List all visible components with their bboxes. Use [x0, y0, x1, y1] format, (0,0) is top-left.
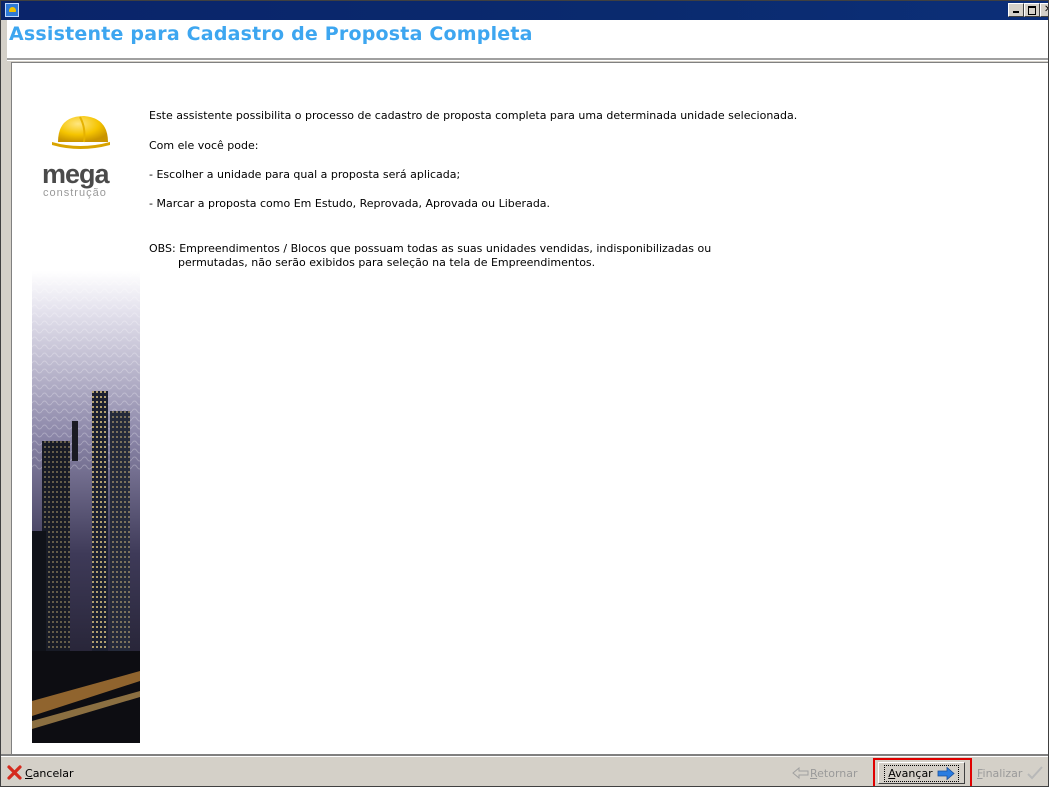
bullet-choose-unit: - Escolher a unidade para qual a propost…	[149, 168, 461, 181]
next-label: Avançar	[888, 766, 933, 780]
cancel-x-icon	[7, 765, 22, 780]
wizard-header: Assistente para Cadastro de Proposta Com…	[7, 20, 1048, 58]
arrow-left-icon	[792, 767, 809, 779]
app-icon[interactable]	[5, 3, 19, 17]
bullet-mark-proposal: - Marcar a proposta como Em Estudo, Repr…	[149, 197, 551, 210]
page-title: Assistente para Cadastro de Proposta Com…	[9, 23, 533, 45]
title-bar	[1, 1, 1048, 20]
next-button-focus: Avançar	[884, 764, 959, 782]
arrow-right-icon	[937, 766, 955, 780]
finish-button[interactable]: Finalizar	[977, 763, 1044, 783]
maximize-icon[interactable]	[1024, 3, 1040, 17]
cancel-button[interactable]: Cancelar	[7, 763, 74, 783]
next-button[interactable]: Avançar	[878, 762, 965, 784]
wizard-footer: Cancelar Retornar Avançar Finalizar	[1, 757, 1048, 786]
back-label: Retornar	[810, 766, 858, 780]
obs-line-1: OBS: Empreendimentos / Blocos que possua…	[149, 242, 712, 255]
finish-label: Finalizar	[977, 766, 1023, 780]
city-skyline-image	[32, 271, 140, 743]
header-divider	[7, 58, 1048, 61]
wizard-window: Assistente para Cadastro de Proposta Com…	[0, 0, 1049, 787]
intro-paragraph: Este assistente possibilita o processo d…	[149, 109, 798, 122]
minimize-icon[interactable]	[1008, 3, 1024, 17]
back-button[interactable]: Retornar	[792, 763, 858, 783]
logo-subtext: construção	[43, 187, 107, 199]
logo-wordmark: mega	[42, 159, 110, 189]
cancel-label: Cancelar	[25, 766, 74, 780]
checkmark-icon	[1027, 766, 1044, 780]
with-it-label: Com ele você pode:	[149, 139, 259, 152]
content-panel: mega construção Este assistente possibil…	[11, 62, 1048, 754]
obs-line-2: permutadas, não serão exibidos para sele…	[178, 256, 596, 269]
window-controls	[1008, 3, 1048, 17]
helmet-icon	[52, 116, 110, 149]
close-icon[interactable]	[1040, 3, 1048, 17]
